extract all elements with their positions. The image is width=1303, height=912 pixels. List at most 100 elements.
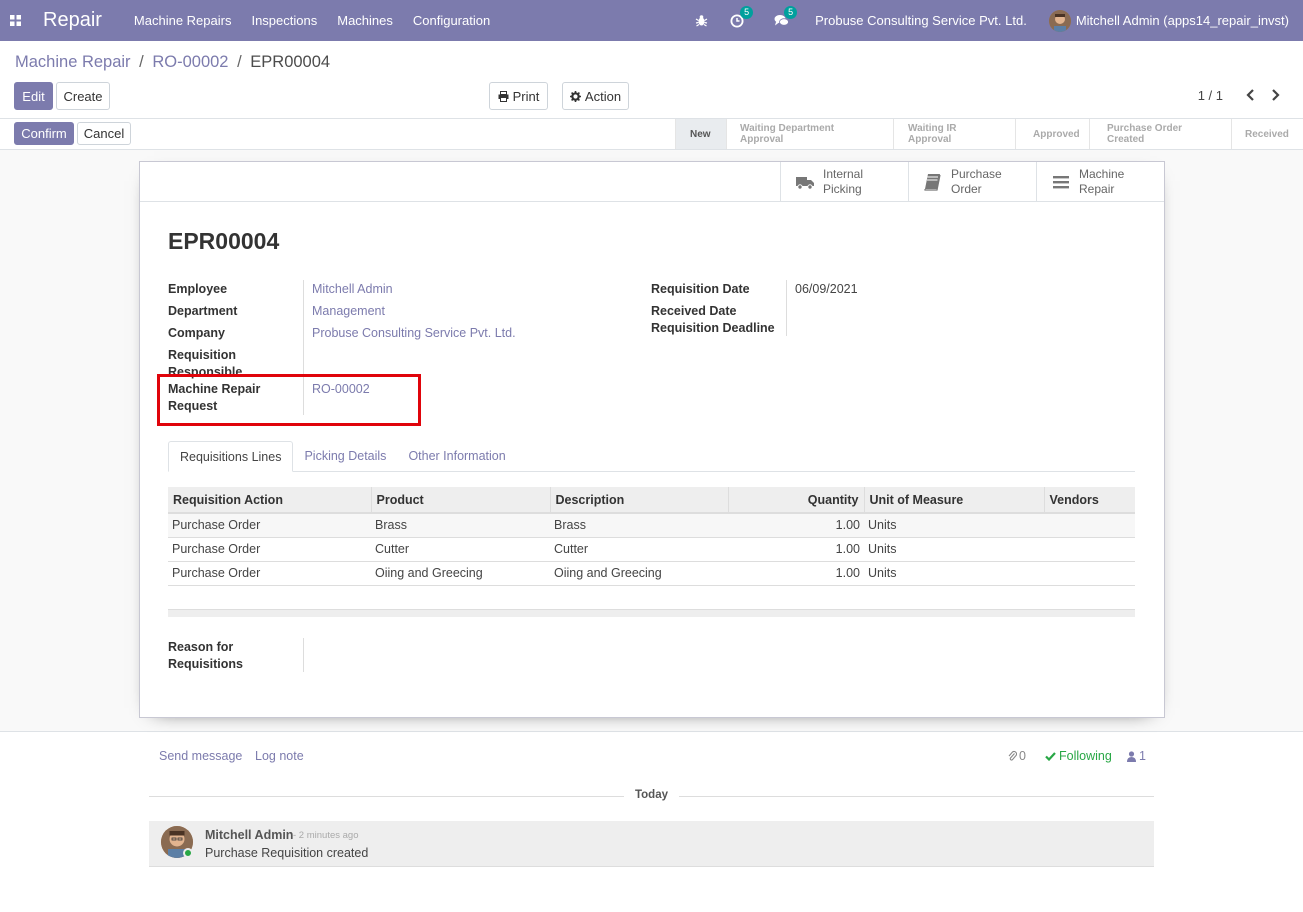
tab-picking-details[interactable]: Picking Details	[293, 441, 397, 471]
col-unit-of-measure[interactable]: Unit of Measure	[864, 487, 1045, 514]
cell-requisition-action: Purchase Order	[168, 537, 371, 562]
col-product[interactable]: Product	[371, 487, 551, 514]
stage-purchase-order-created[interactable]: Purchase Order Created	[1089, 119, 1231, 149]
smart-button-box: Internal Picking Purchase Order Machine Rep…	[140, 162, 1164, 202]
cell-uom: Units	[864, 513, 1044, 538]
check-icon	[1045, 751, 1056, 761]
record-title: EPR00004	[168, 228, 280, 254]
company-value[interactable]: Probuse Consulting Service Pvt. Ltd.	[312, 325, 516, 342]
attachments-button[interactable]: 0	[1008, 749, 1026, 763]
send-message-button[interactable]: Send message	[159, 749, 242, 763]
cell-product: Brass	[371, 513, 550, 538]
department-label: Department	[168, 304, 238, 318]
apps-menu-icon[interactable]	[0, 0, 30, 41]
cancel-button[interactable]: Cancel	[77, 122, 131, 145]
stage-received[interactable]: Received	[1231, 119, 1303, 149]
stage-new[interactable]: New	[675, 119, 726, 149]
table-footer	[168, 609, 1135, 617]
breadcrumb-machine-repair[interactable]: Machine Repair	[15, 53, 131, 71]
edit-button[interactable]: Edit	[14, 82, 53, 110]
debug-bug-icon[interactable]	[695, 14, 708, 27]
cell-description: Cutter	[550, 537, 728, 562]
log-note-button[interactable]: Log note	[255, 749, 304, 763]
breadcrumb-ro-00002[interactable]: RO-00002	[152, 53, 228, 71]
tab-other-information[interactable]: Other Information	[397, 441, 516, 471]
tab-requisitions-lines[interactable]: Requisitions Lines	[168, 441, 294, 472]
cell-quantity: 1.00	[728, 561, 864, 586]
followers-count: 1	[1139, 749, 1146, 763]
stage-waiting-ir-approval[interactable]: Waiting IR Approval	[893, 119, 1015, 149]
action-button[interactable]: Action	[562, 82, 629, 110]
paperclip-icon	[1008, 750, 1017, 761]
cell-description: Oiing and Greecing	[550, 561, 728, 586]
menu-machines[interactable]: Machines	[327, 0, 403, 41]
department-value[interactable]: Management	[312, 303, 385, 320]
menu-inspections[interactable]: Inspections	[241, 0, 327, 41]
user-avatar[interactable]	[1048, 9, 1071, 32]
col-requisition-action[interactable]: Requisition Action	[168, 487, 372, 514]
navbar-systray: 5 5 Probuse Consulting Service Pvt. Ltd.…	[695, 0, 1303, 41]
requisition-date-label: Requisition Date	[651, 282, 750, 296]
breadcrumb: Machine Repair / RO-00002 / EPR00004	[15, 53, 330, 72]
book-icon	[924, 173, 941, 191]
machine-repair-label: Machine Repair	[1079, 166, 1125, 196]
status-stages: New Waiting Department Approval Waiting …	[675, 119, 1303, 149]
stage-waiting-department-approval[interactable]: Waiting Department Approval	[726, 119, 893, 149]
purchase-order-smart-button[interactable]: Purchase Order	[908, 162, 1036, 201]
action-label: Action	[584, 88, 622, 104]
menu-machine-repairs[interactable]: Machine Repairs	[124, 0, 242, 41]
cell-quantity: 1.00	[728, 537, 864, 562]
col-description[interactable]: Description	[550, 487, 729, 514]
field-divider	[786, 280, 787, 336]
activity-clock-icon[interactable]: 5	[730, 5, 754, 28]
print-label: Print	[512, 88, 540, 104]
col-vendors[interactable]: Vendors	[1044, 487, 1135, 514]
app-name[interactable]: Repair	[43, 9, 102, 32]
online-status-dot	[183, 848, 193, 858]
form-statusbar: Confirm Cancel New Waiting Department Ap…	[0, 119, 1303, 150]
pager-previous-chevron-left-icon[interactable]	[1241, 86, 1259, 104]
stage-approved[interactable]: Approved	[1015, 119, 1089, 149]
message-body: Purchase Requisition created	[205, 846, 369, 860]
confirm-button[interactable]: Confirm	[14, 122, 74, 145]
cell-product: Cutter	[371, 537, 550, 562]
date-separator-today: Today	[624, 789, 679, 801]
requisition-lines-table: Requisition Action Product Description Q…	[168, 487, 1135, 586]
form-sheet: Internal Picking Purchase Order Machine Rep…	[139, 161, 1165, 718]
cell-description: Brass	[550, 513, 728, 538]
pager-value[interactable]: 1 / 1	[1198, 88, 1223, 103]
following-button[interactable]: Following	[1045, 749, 1112, 763]
machine-repair-smart-button[interactable]: Machine Repair	[1036, 162, 1164, 201]
highlight-box	[157, 374, 421, 426]
employee-label: Employee	[168, 282, 228, 296]
reason-for-requisitions-label: Reason for Requisitions	[168, 640, 244, 671]
table-row[interactable]: Purchase Order Oiing and Greecing Oiing …	[168, 561, 1135, 586]
main-menu: Machine Repairs Inspections Machines Con…	[124, 0, 500, 41]
create-button[interactable]: Create	[56, 82, 110, 110]
top-navbar: Repair Machine Repairs Inspections Machi…	[0, 0, 1303, 41]
menu-configuration[interactable]: Configuration	[403, 0, 500, 41]
company-switcher[interactable]: Probuse Consulting Service Pvt. Ltd.	[815, 13, 1027, 28]
message-author[interactable]: Mitchell Admin	[205, 828, 293, 842]
followers-button[interactable]: 1	[1127, 749, 1146, 763]
company-label: Company	[168, 326, 225, 340]
requisition-deadline-label: Requisition Deadline	[651, 321, 775, 335]
breadcrumb-current: EPR00004	[250, 53, 331, 71]
messaging-comments-icon[interactable]: 5	[774, 6, 798, 27]
print-button[interactable]: Print	[489, 82, 548, 110]
internal-picking-smart-button[interactable]: Internal Picking	[780, 162, 908, 201]
col-quantity[interactable]: Quantity	[728, 487, 865, 514]
pager-next-chevron-right-icon[interactable]	[1266, 86, 1284, 104]
user-menu[interactable]: Mitchell Admin (apps14_repair_invst)	[1076, 13, 1289, 28]
message-timestamp: - 2 minutes ago	[293, 830, 359, 841]
breadcrumb-separator: /	[237, 53, 242, 71]
employee-value[interactable]: Mitchell Admin	[312, 281, 393, 298]
requisition-date-value[interactable]: 06/09/2021	[795, 281, 858, 298]
table-row[interactable]: Purchase Order Cutter Cutter 1.00 Units	[168, 537, 1135, 562]
gear-icon	[569, 90, 581, 102]
bars-icon	[1053, 175, 1069, 188]
cell-product: Oiing and Greecing	[371, 561, 550, 586]
table-header-row: Requisition Action Product Description Q…	[168, 487, 1135, 514]
internal-picking-label: Internal Picking	[823, 166, 864, 196]
table-row[interactable]: Purchase Order Brass Brass 1.00 Units	[168, 513, 1135, 538]
